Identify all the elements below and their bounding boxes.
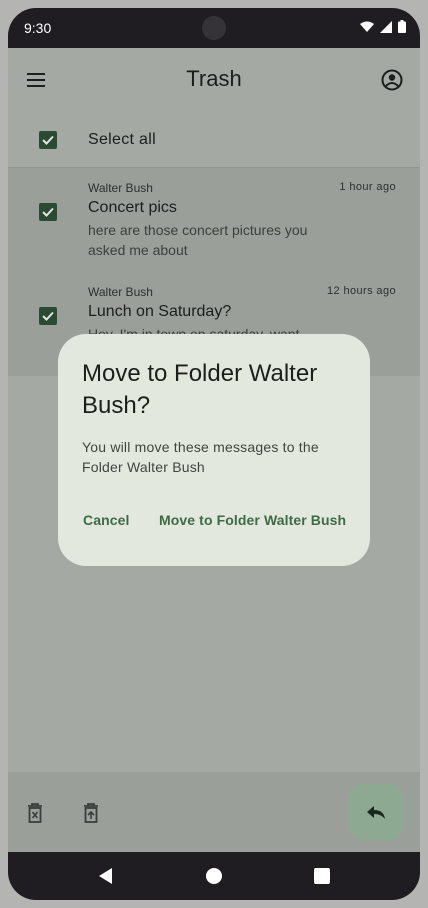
- status-time: 9:30: [24, 20, 52, 36]
- message-checkbox[interactable]: [39, 203, 57, 221]
- check-icon: [42, 311, 54, 321]
- battery-icon: [398, 20, 406, 33]
- bottom-app-bar: [8, 772, 420, 852]
- select-all-checkbox[interactable]: [39, 131, 57, 149]
- dialog-title: Move to Folder Walter Bush?: [82, 360, 318, 419]
- status-icons: [360, 20, 406, 33]
- signal-icon: [380, 20, 392, 33]
- reply-fab[interactable]: [348, 784, 404, 840]
- page-title: Trash: [186, 66, 242, 91]
- account-circle-icon[interactable]: [380, 68, 404, 92]
- message-checkbox[interactable]: [39, 307, 57, 325]
- delete-forever-icon[interactable]: [24, 802, 46, 824]
- camera-cutout: [202, 16, 226, 40]
- cancel-button[interactable]: Cancel: [83, 512, 130, 528]
- message-time: 1 hour ago: [339, 181, 396, 193]
- home-icon[interactable]: [206, 868, 222, 884]
- system-nav-bar: [8, 852, 420, 900]
- back-icon[interactable]: [98, 868, 114, 884]
- message-sender: Walter Bush: [88, 285, 153, 299]
- move-to-folder-button[interactable]: Move to Folder Walter Bush: [159, 512, 346, 528]
- check-icon: [42, 135, 54, 145]
- list-item[interactable]: Walter Bush 1 hour ago Concert pics here…: [8, 168, 420, 272]
- select-all-row[interactable]: Select all: [8, 112, 420, 168]
- select-all-label: Select all: [88, 131, 156, 148]
- restore-from-trash-icon[interactable]: [80, 802, 102, 824]
- message-subject: Lunch on Saturday?: [88, 303, 232, 320]
- recents-icon[interactable]: [314, 868, 330, 884]
- wifi-icon: [360, 21, 374, 32]
- status-bar: 9:30: [8, 8, 420, 48]
- device-frame: 9:30 Trash Select all Walter Bush 1 hour…: [8, 8, 420, 900]
- message-preview: here are those concert pictures you aske…: [88, 222, 308, 258]
- top-app-bar: Trash: [8, 48, 420, 112]
- message-sender: Walter Bush: [88, 181, 153, 195]
- message-time: 12 hours ago: [326, 285, 396, 297]
- check-icon: [42, 207, 54, 217]
- reply-icon: [367, 806, 385, 819]
- dialog-body: You will move these messages to the Fold…: [82, 439, 319, 475]
- move-dialog: Move to Folder Walter Bush? You will mov…: [58, 334, 370, 566]
- message-subject: Concert pics: [88, 199, 177, 216]
